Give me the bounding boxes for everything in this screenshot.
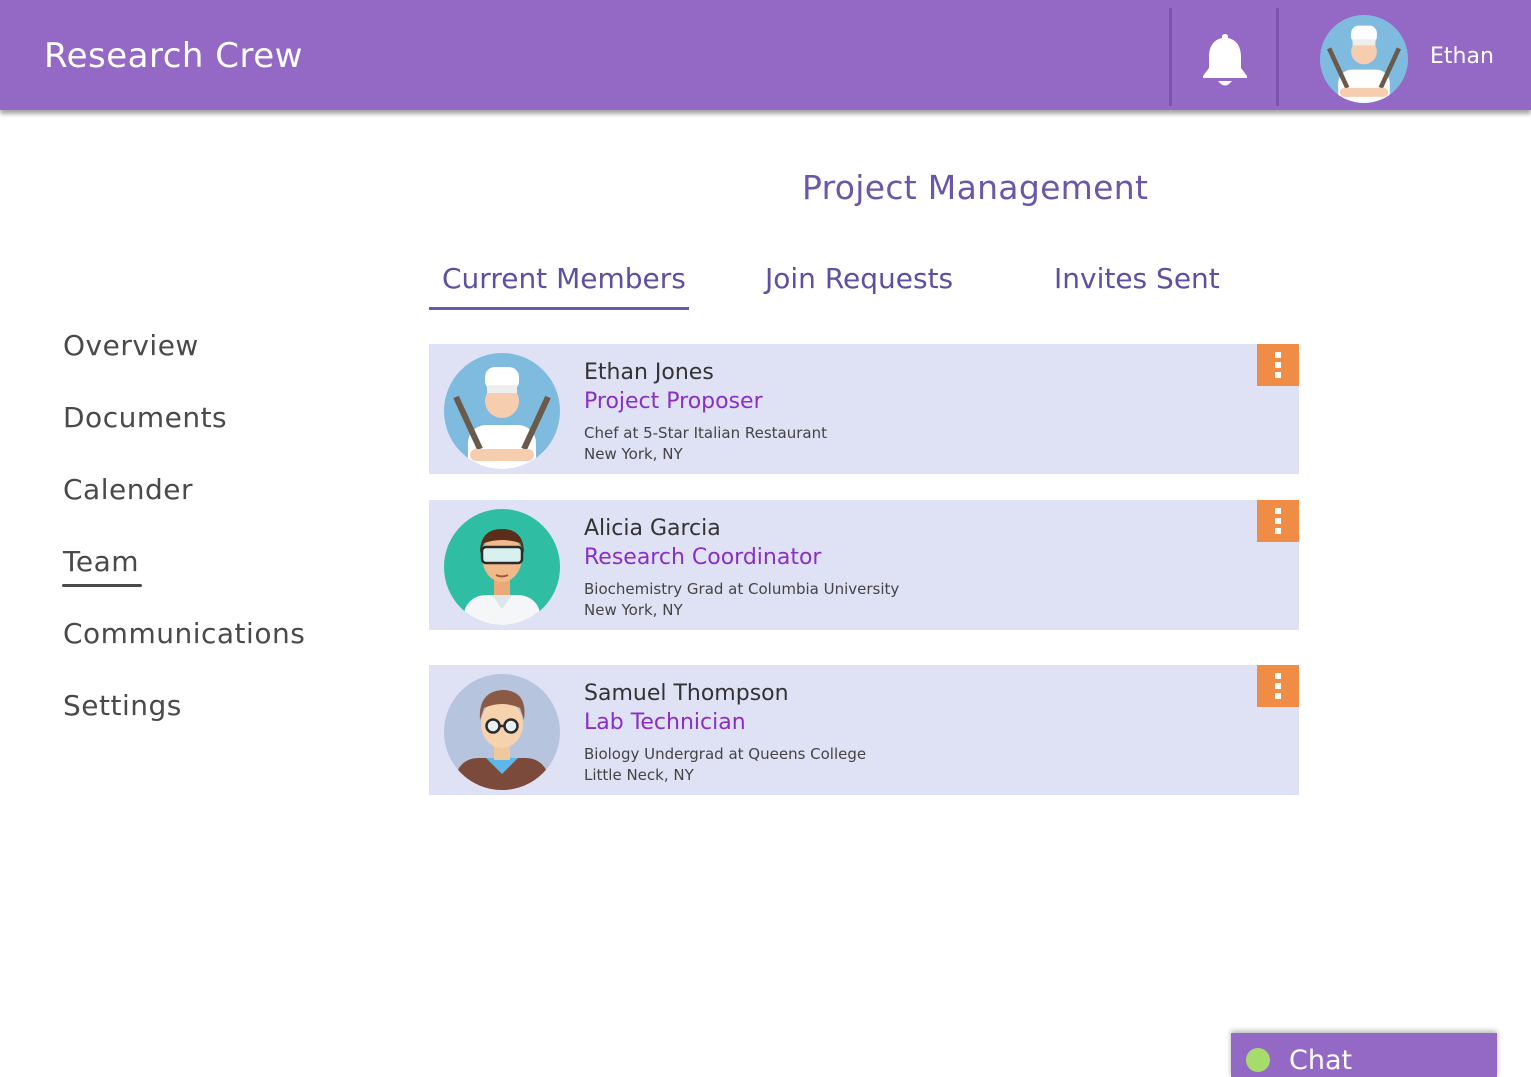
member-role: Research Coordinator [584,545,822,570]
sidebar-item-calender[interactable]: Calender [63,473,193,506]
goggles-avatar [444,509,560,625]
member-description: Biology Undergrad at Queens College [584,745,867,763]
more-vertical-icon [1275,352,1281,358]
member-description: Chef at 5-Star Italian Restaurant [584,424,828,442]
tab-current-members[interactable]: Current Members [442,262,686,295]
sidebar-item-overview[interactable]: Overview [63,329,199,362]
member-menu-button[interactable] [1257,665,1299,707]
member-menu-button[interactable] [1257,500,1299,542]
sidebar-item-settings[interactable]: Settings [63,689,182,722]
member-card: Ethan Jones Project Proposer Chef at 5-S… [429,344,1299,474]
more-vertical-icon [1275,518,1281,524]
member-name: Alicia Garcia [584,516,721,541]
header-divider [1169,8,1172,106]
active-tab-indicator [429,307,689,310]
member-card: Alicia Garcia Research Coordinator Bioch… [429,500,1299,630]
tab-invites-sent[interactable]: Invites Sent [1054,262,1220,295]
glasses-avatar [444,674,560,790]
more-vertical-icon [1275,693,1281,699]
status-dot-icon [1246,1048,1270,1072]
chef-avatar [444,353,560,469]
active-nav-indicator [62,584,142,587]
member-card: Samuel Thompson Lab Technician Biology U… [429,665,1299,795]
more-vertical-icon [1275,683,1281,689]
header-divider [1276,8,1279,106]
chat-label: Chat [1289,1045,1353,1076]
app-title: Research Crew [44,36,303,76]
sidebar-item-team[interactable]: Team [63,545,139,578]
chat-button[interactable]: Chat [1231,1033,1497,1077]
member-location: New York, NY [584,601,683,619]
member-description: Biochemistry Grad at Columbia University [584,580,900,598]
member-name: Samuel Thompson [584,681,789,706]
sidebar-item-communications[interactable]: Communications [63,617,305,650]
more-vertical-icon [1275,362,1281,368]
page-title: Project Management [802,168,1149,207]
member-name: Ethan Jones [584,360,714,385]
user-avatar[interactable] [1320,15,1408,103]
member-role: Lab Technician [584,710,746,735]
more-vertical-icon [1275,508,1281,514]
user-name[interactable]: Ethan [1430,44,1494,69]
member-location: New York, NY [584,445,683,463]
more-vertical-icon [1275,372,1281,378]
sidebar-item-documents[interactable]: Documents [63,401,227,434]
more-vertical-icon [1275,673,1281,679]
member-location: Little Neck, NY [584,766,694,784]
top-bar: Research Crew Ethan [0,0,1531,110]
bell-icon[interactable] [1198,30,1252,88]
more-vertical-icon [1275,528,1281,534]
member-menu-button[interactable] [1257,344,1299,386]
tab-join-requests[interactable]: Join Requests [765,262,953,295]
member-role: Project Proposer [584,389,763,414]
